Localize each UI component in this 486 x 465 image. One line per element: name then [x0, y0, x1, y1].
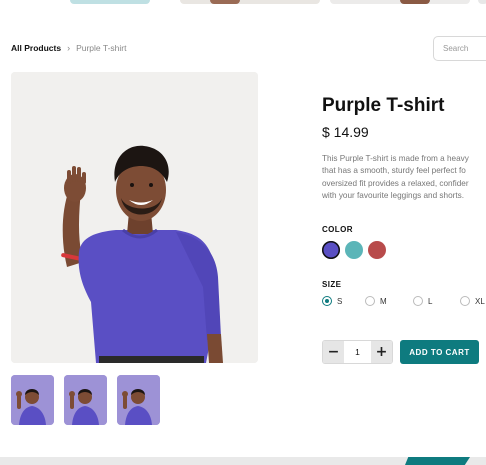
- product-thumbnail[interactable]: [64, 375, 107, 425]
- description-line: that has a smooth, sturdy feel perfect f…: [322, 166, 466, 176]
- breadcrumb-current: Purple T-shirt: [76, 43, 127, 53]
- description-line: oversized fit provides a relaxed, confid…: [322, 178, 469, 188]
- related-product-tile[interactable]: [330, 0, 470, 4]
- chevron-right-icon: ›: [67, 43, 71, 53]
- radio-icon[interactable]: [413, 296, 423, 306]
- product-description: This Purple T-shirt is made from a heavy…: [322, 153, 486, 202]
- related-product-tile[interactable]: [180, 0, 320, 4]
- plus-icon[interactable]: +: [371, 341, 392, 363]
- product-title: Purple T-shirt: [322, 95, 445, 116]
- color-swatch-purple[interactable]: [322, 241, 340, 259]
- related-products-strip: [0, 0, 486, 6]
- size-option-label: S: [337, 296, 343, 306]
- footer-accent: [405, 457, 470, 465]
- radio-icon[interactable]: [460, 296, 470, 306]
- product-thumbnail[interactable]: [11, 375, 54, 425]
- product-thumbnail[interactable]: [117, 375, 160, 425]
- color-swatches: [322, 241, 386, 259]
- minus-icon[interactable]: −: [323, 341, 344, 363]
- color-swatch-red[interactable]: [368, 241, 386, 259]
- size-option-xl[interactable]: XL: [460, 296, 485, 306]
- search-input[interactable]: [433, 36, 486, 61]
- size-option-l[interactable]: L: [413, 296, 432, 306]
- radio-icon[interactable]: [365, 296, 375, 306]
- quantity-input[interactable]: [344, 341, 371, 363]
- color-swatch-teal[interactable]: [345, 241, 363, 259]
- thumbnail-gallery: [11, 375, 160, 425]
- quantity-stepper: − +: [322, 340, 393, 364]
- related-product-tile[interactable]: [478, 0, 486, 4]
- related-product-tile[interactable]: [70, 0, 150, 4]
- size-options: S M L XL: [322, 296, 486, 310]
- size-option-label: M: [380, 296, 387, 306]
- breadcrumb-all-products-link[interactable]: All Products: [11, 43, 61, 53]
- radio-checked-icon[interactable]: [322, 296, 332, 306]
- size-option-label: L: [428, 296, 433, 306]
- size-option-m[interactable]: M: [365, 296, 387, 306]
- description-line: This Purple T-shirt is made from a heavy: [322, 154, 469, 163]
- breadcrumb: All Products › Purple T-shirt: [11, 43, 126, 53]
- description-line: with your favourite leggings and shorts.: [322, 190, 464, 200]
- color-label: COLOR: [322, 225, 353, 234]
- product-main-image: [11, 72, 258, 363]
- product-price: $ 14.99: [322, 124, 369, 140]
- size-option-s[interactable]: S: [322, 296, 342, 306]
- size-option-label: XL: [475, 296, 485, 306]
- size-label: SIZE: [322, 280, 342, 289]
- add-to-cart-button[interactable]: ADD TO CART: [400, 340, 479, 364]
- model-photo: [11, 72, 258, 363]
